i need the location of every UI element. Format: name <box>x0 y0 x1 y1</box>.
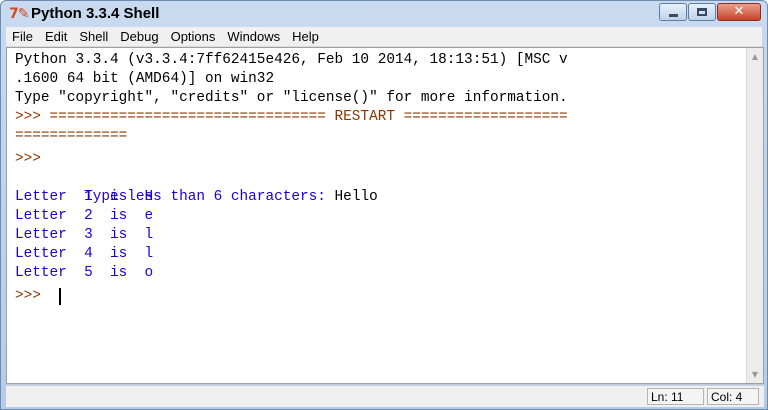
minimize-button[interactable] <box>659 3 687 21</box>
scroll-down-icon[interactable]: ▼ <box>747 366 763 383</box>
shell-line-restart-2: ============= <box>15 128 128 144</box>
shell-line-banner-3: Type "copyright", "credits" or "license(… <box>15 90 568 106</box>
shell-line-banner-2: .1600 64 bit (AMD64)] on win32 <box>15 71 275 87</box>
line-indicator: Ln: 11 <box>647 388 704 405</box>
scroll-up-icon[interactable]: ▲ <box>747 48 763 65</box>
shell-text-area[interactable]: Python 3.3.4 (v3.3.4:7ff62415e426, Feb 1… <box>7 48 747 383</box>
menu-bar: File Edit Shell Debug Options Windows He… <box>6 27 762 47</box>
python-shell-window: 7✎ Python 3.3.4 Shell ✕ File Edit Shell … <box>0 0 768 410</box>
user-input-text: Hello <box>334 189 378 205</box>
menu-edit[interactable]: Edit <box>39 27 73 46</box>
shell-output-line: Letter 3 is l <box>15 227 154 243</box>
shell-output-line: Letter 2 is e <box>15 208 154 224</box>
menu-file[interactable]: File <box>6 27 39 46</box>
menu-debug[interactable]: Debug <box>114 27 164 46</box>
menu-windows[interactable]: Windows <box>221 27 286 46</box>
maximize-icon <box>697 8 707 16</box>
menu-shell[interactable]: Shell <box>73 27 114 46</box>
shell-output-line: Letter 5 is o <box>15 265 154 281</box>
menu-help[interactable]: Help <box>286 27 325 46</box>
window-title: Python 3.3.4 Shell <box>31 5 160 22</box>
maximize-button[interactable] <box>688 3 716 21</box>
text-cursor <box>59 288 61 305</box>
shell-active-prompt: >>> <box>15 288 50 304</box>
status-bar: Ln: 11 Col: 4 <box>6 385 764 407</box>
close-icon: ✕ <box>733 4 745 19</box>
shell-editor: Python 3.3.4 (v3.3.4:7ff62415e426, Feb 1… <box>6 47 764 384</box>
menu-options[interactable]: Options <box>165 27 222 46</box>
column-indicator: Col: 4 <box>707 388 759 405</box>
vertical-scrollbar[interactable]: ▲ ▼ <box>746 48 763 383</box>
shell-output-line: Letter 4 is l <box>15 246 154 262</box>
title-bar[interactable]: 7✎ Python 3.3.4 Shell ✕ <box>1 1 767 27</box>
shell-output-line: Letter 1 is H <box>15 189 154 205</box>
shell-line-prompt: >>> <box>15 151 41 167</box>
close-button[interactable]: ✕ <box>717 3 761 21</box>
python-idle-icon: 7✎ <box>9 6 30 22</box>
shell-line-banner-1: Python 3.3.4 (v3.3.4:7ff62415e426, Feb 1… <box>15 52 568 68</box>
minimize-icon <box>669 14 678 17</box>
window-controls: ✕ <box>658 3 761 23</box>
shell-line-restart-1: >>> ================================ RES… <box>15 109 568 125</box>
